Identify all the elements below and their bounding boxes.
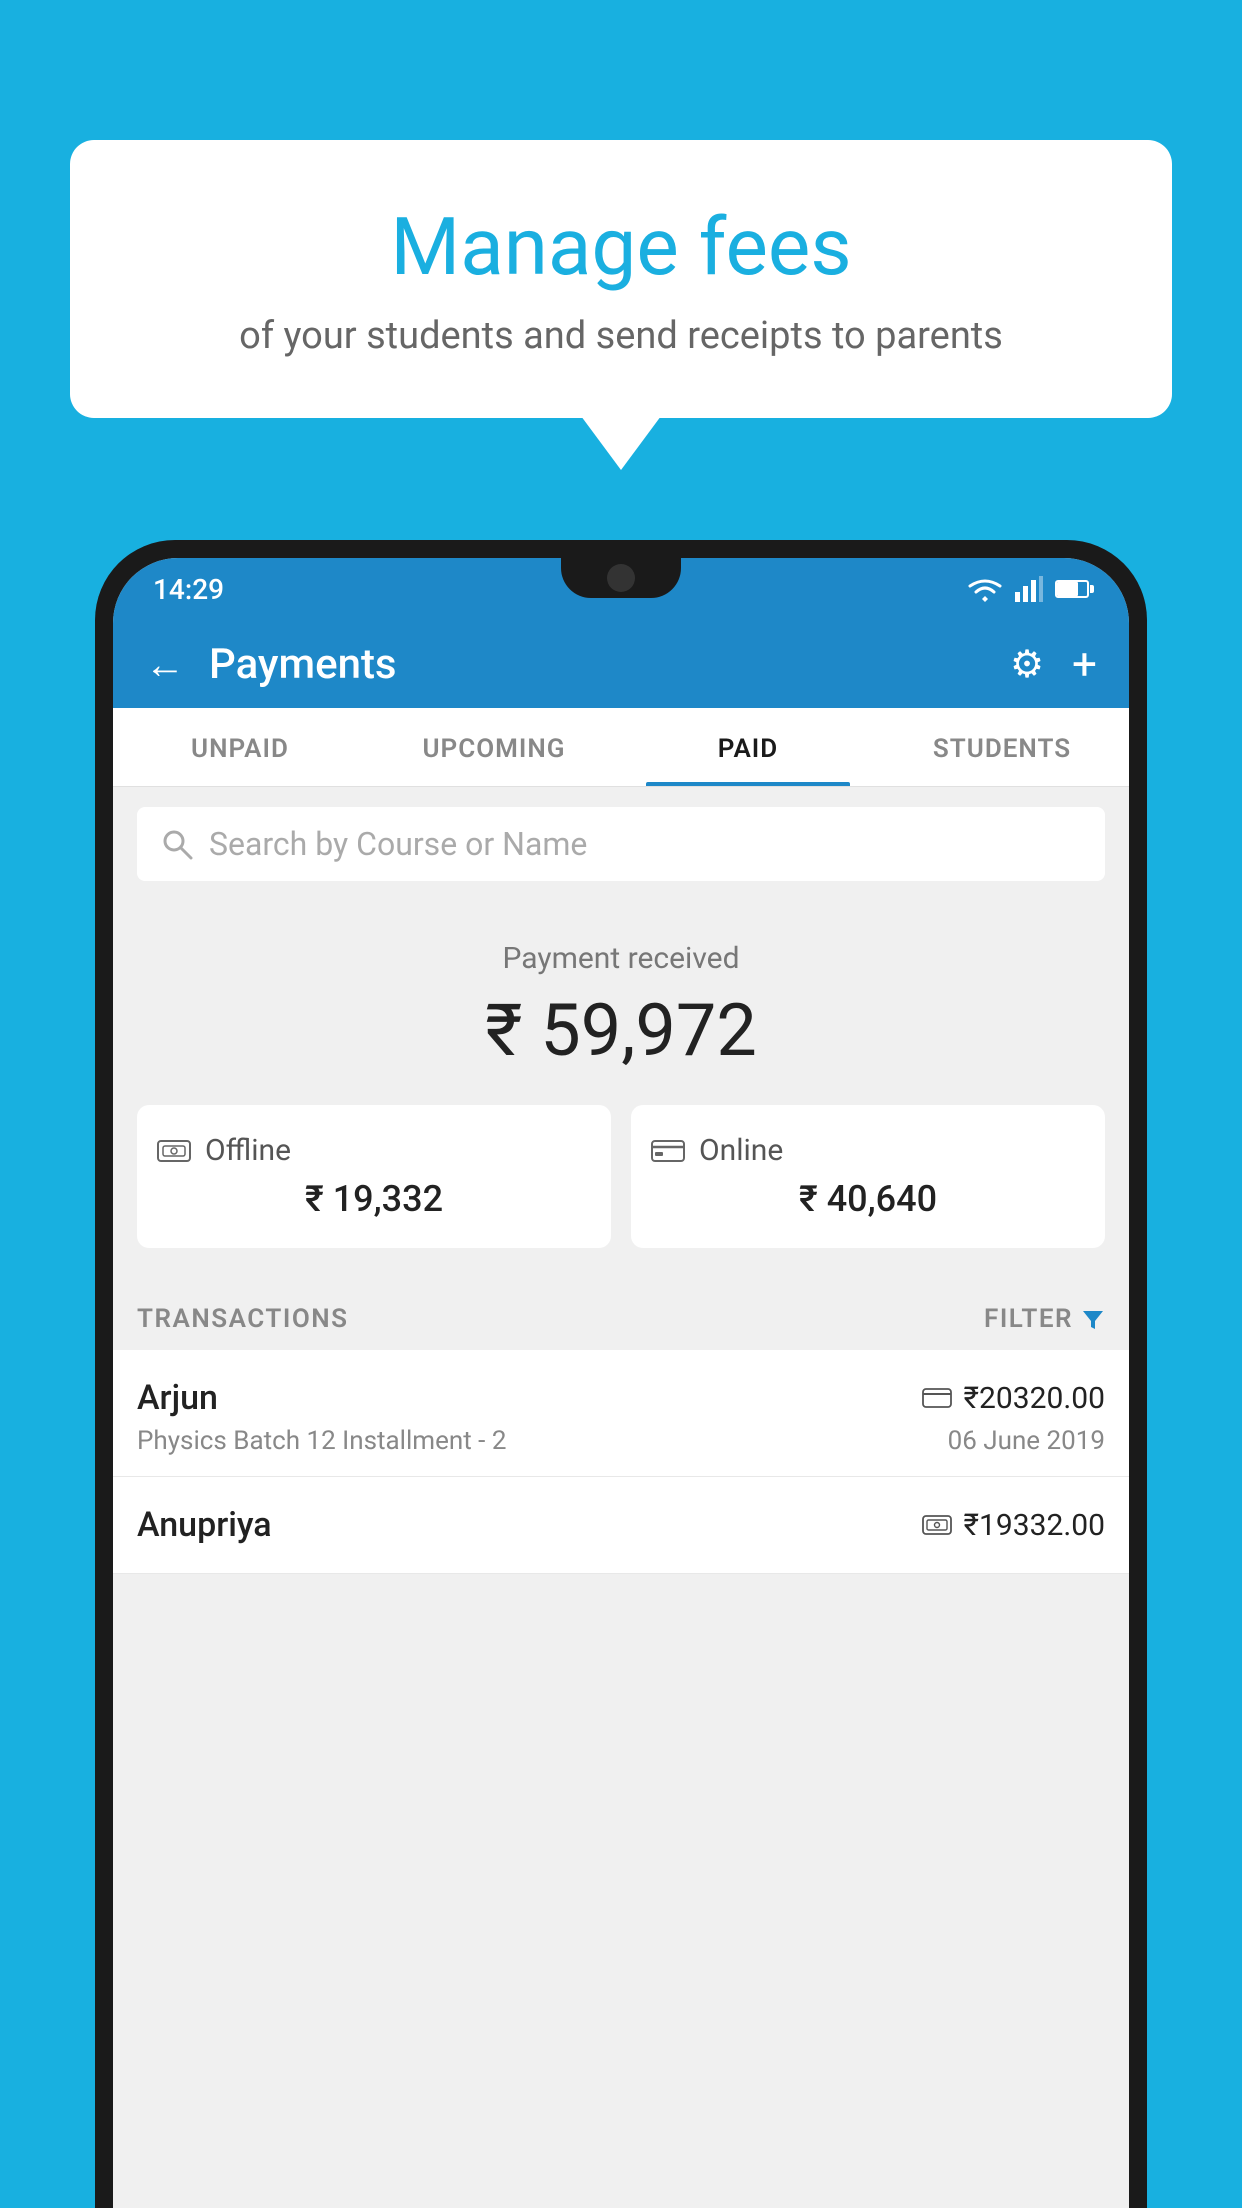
battery-icon	[1055, 580, 1089, 598]
phone-wrapper: 14:29	[95, 540, 1147, 2208]
offline-card: Offline ₹ 19,332	[137, 1105, 611, 1248]
phone-camera	[607, 564, 635, 592]
status-time: 14:29	[153, 573, 224, 606]
phone-screen: 14:29	[113, 558, 1129, 2208]
cash-icon	[157, 1137, 191, 1165]
transaction-amount-2: ₹19332.00	[964, 1508, 1105, 1543]
card-method-icon-1	[922, 1387, 952, 1409]
offline-label: Offline	[205, 1133, 291, 1168]
transactions-label: TRANSACTIONS	[137, 1304, 349, 1334]
search-placeholder: Search by Course or Name	[209, 825, 587, 863]
signal-icon	[1015, 576, 1043, 602]
online-label: Online	[699, 1133, 783, 1168]
settings-icon[interactable]: ⚙	[1010, 642, 1044, 687]
add-button[interactable]: +	[1072, 638, 1097, 690]
tabs-bar: UNPAID UPCOMING PAID STUDENTS	[113, 708, 1129, 787]
wifi-icon	[967, 576, 1003, 602]
payment-cards: Offline ₹ 19,332 On	[137, 1105, 1105, 1248]
back-button[interactable]: ←	[145, 641, 185, 688]
bubble-subtitle: of your students and send receipts to pa…	[150, 314, 1092, 358]
transactions-header: TRANSACTIONS FILTER	[113, 1280, 1129, 1350]
tab-unpaid[interactable]: UNPAID	[113, 708, 367, 786]
speech-bubble-container: Manage fees of your students and send re…	[70, 140, 1172, 418]
filter-button[interactable]: FILTER	[984, 1304, 1105, 1334]
online-card-header: Online	[651, 1133, 1085, 1168]
transaction-amount-wrap-2: ₹19332.00	[922, 1508, 1105, 1543]
transaction-top-2: Anupriya ₹19332.00	[137, 1505, 1105, 1545]
app-header: ← Payments ⚙ +	[113, 620, 1129, 708]
transaction-amount-1: ₹20320.00	[964, 1381, 1105, 1416]
transaction-row-2[interactable]: Anupriya ₹19332.00	[113, 1477, 1129, 1574]
tab-paid[interactable]: PAID	[621, 708, 875, 786]
transactions-list: Arjun ₹20320.00 Physics Batch 12 Install…	[113, 1350, 1129, 1574]
transaction-bottom-1: Physics Batch 12 Installment - 2 06 June…	[137, 1426, 1105, 1456]
tab-upcoming[interactable]: UPCOMING	[367, 708, 621, 786]
transaction-date-1: 06 June 2019	[948, 1426, 1105, 1456]
payment-summary: Payment received ₹ 59,972 Offline	[113, 901, 1129, 1280]
cash-method-icon-2	[922, 1514, 952, 1536]
search-bar[interactable]: Search by Course or Name	[137, 807, 1105, 881]
filter-icon	[1081, 1307, 1105, 1331]
credit-card-icon	[651, 1138, 685, 1164]
transaction-top-1: Arjun ₹20320.00	[137, 1378, 1105, 1418]
filter-label: FILTER	[984, 1304, 1073, 1334]
header-title: Payments	[209, 640, 1010, 689]
bubble-title: Manage fees	[150, 200, 1092, 294]
status-icons	[967, 576, 1089, 602]
transaction-amount-wrap-1: ₹20320.00	[922, 1381, 1105, 1416]
payment-received-label: Payment received	[137, 941, 1105, 976]
speech-bubble: Manage fees of your students and send re…	[70, 140, 1172, 418]
transaction-name-2: Anupriya	[137, 1505, 272, 1545]
phone-outer: 14:29	[95, 540, 1147, 2208]
transaction-name-1: Arjun	[137, 1378, 218, 1418]
offline-amount: ₹ 19,332	[157, 1178, 591, 1220]
payment-total-amount: ₹ 59,972	[137, 988, 1105, 1073]
online-card: Online ₹ 40,640	[631, 1105, 1105, 1248]
tab-students[interactable]: STUDENTS	[875, 708, 1129, 786]
phone-notch	[561, 558, 681, 598]
online-amount: ₹ 40,640	[651, 1178, 1085, 1220]
transaction-course-1: Physics Batch 12 Installment - 2	[137, 1426, 506, 1456]
transaction-row[interactable]: Arjun ₹20320.00 Physics Batch 12 Install…	[113, 1350, 1129, 1477]
offline-card-header: Offline	[157, 1133, 591, 1168]
search-icon	[161, 828, 193, 860]
search-container: Search by Course or Name	[113, 787, 1129, 901]
